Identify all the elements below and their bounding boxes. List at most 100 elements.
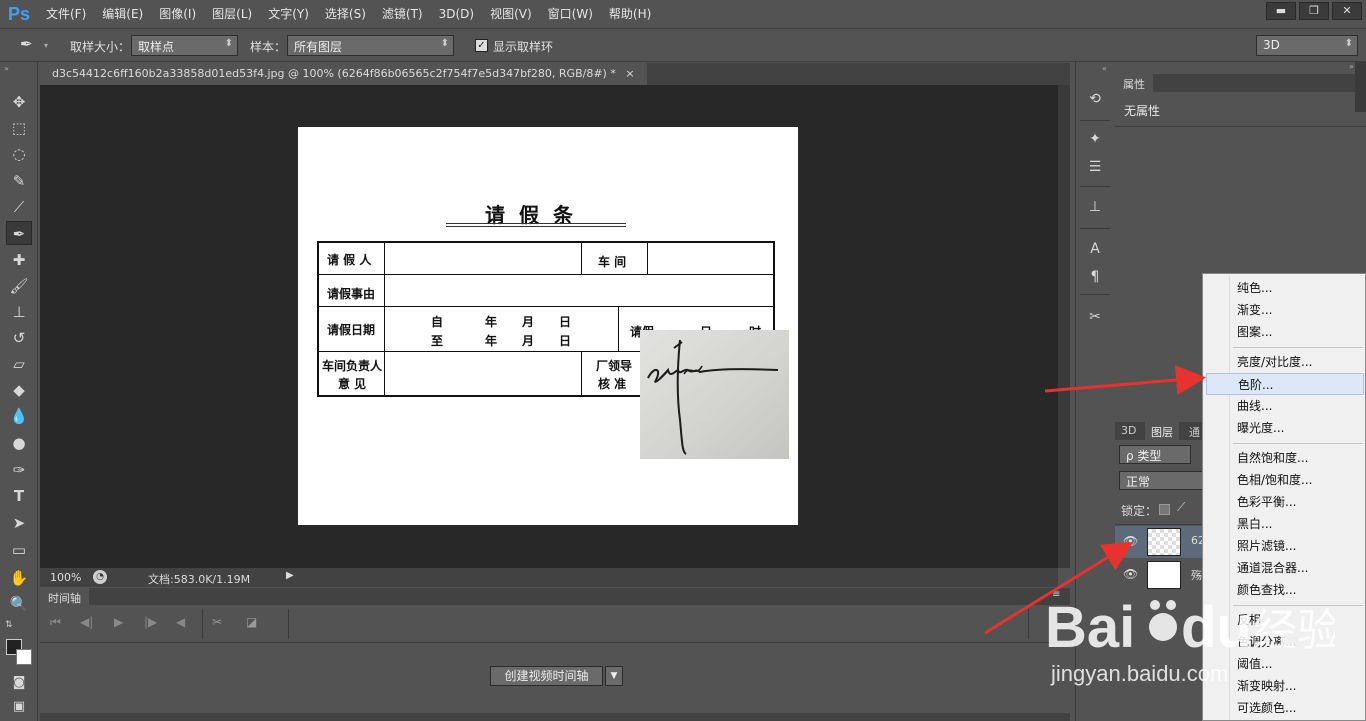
background-color-swatch[interactable] — [16, 649, 32, 665]
show-ring-checkbox[interactable]: ✓ — [475, 39, 488, 52]
transition-icon[interactable]: ◪ — [246, 615, 257, 629]
first-frame-icon[interactable]: ⏮ — [50, 615, 61, 630]
menu-brightness-contrast[interactable]: 亮度/对比度... — [1203, 351, 1365, 373]
layer-thumbnail — [1147, 528, 1181, 556]
menu-file[interactable]: 文件(F) — [38, 0, 94, 28]
swap-colors-icon[interactable]: ⇅ — [5, 620, 13, 630]
menu-3d[interactable]: 3D(D) — [431, 0, 482, 28]
type-tool-icon[interactable]: T — [6, 484, 32, 508]
lock-brush-icon[interactable]: ⟋ — [1177, 500, 1185, 515]
tab-layers[interactable]: 图层 — [1145, 422, 1179, 440]
canvas-scrollbar[interactable] — [1058, 85, 1070, 568]
eyedropper-tool-icon[interactable]: ✒ — [6, 221, 32, 245]
layer-filter-select[interactable]: ρ 类型 — [1119, 445, 1191, 464]
brush-panel-icon[interactable]: ✦ — [1084, 128, 1106, 150]
pen-tool-icon[interactable]: ✑ — [6, 458, 32, 482]
menu-levels[interactable]: 色阶... — [1206, 373, 1364, 395]
clone-source-icon[interactable]: ⊥ — [1084, 196, 1106, 218]
menu-edit[interactable]: 编辑(E) — [94, 0, 151, 28]
character-panel-icon[interactable]: A — [1084, 238, 1106, 260]
menu-exposure[interactable]: 曝光度... — [1203, 417, 1365, 439]
timeline-tab[interactable]: 时间轴 — [40, 588, 89, 605]
dodge-tool-icon[interactable]: ● — [6, 431, 32, 455]
menu-hue-saturation[interactable]: 色相/饱和度... — [1203, 469, 1365, 491]
menu-pattern[interactable]: 图案... — [1203, 321, 1365, 343]
collapse-dock-icon[interactable]: « — [1102, 64, 1107, 73]
zoom-level[interactable]: 100% — [50, 571, 81, 584]
create-video-timeline-button[interactable]: 创建视频时间轴 — [490, 666, 603, 686]
lasso-tool-icon[interactable]: ◌ — [6, 142, 32, 166]
adjust-panel-icon[interactable]: ☰ — [1084, 156, 1106, 178]
stamp-tool-icon[interactable]: ⊥ — [6, 300, 32, 324]
tools-presets-icon[interactable]: ✂ — [1084, 306, 1106, 328]
sample-label: 样本： — [250, 40, 287, 54]
marquee-tool-icon[interactable]: ⬚ — [6, 116, 32, 140]
path-select-icon[interactable]: ➤ — [6, 511, 32, 535]
label-day-1: 日 — [559, 315, 572, 329]
menu-image[interactable]: 图像(I) — [151, 0, 204, 28]
properties-tab[interactable]: 属性 — [1115, 74, 1153, 92]
paint-bucket-icon[interactable]: ◆ — [6, 378, 32, 402]
scissors-icon[interactable]: ✂ — [212, 615, 222, 629]
menu-black-white[interactable]: 黑白... — [1203, 513, 1365, 535]
menu-view[interactable]: 视图(V) — [482, 0, 540, 28]
properties-scrollbar[interactable] — [1355, 62, 1366, 112]
menu-vibrance[interactable]: 自然饱和度... — [1203, 447, 1365, 469]
sample-select[interactable]: 所有图层 — [287, 35, 454, 56]
menu-selective-color[interactable]: 可选颜色... — [1203, 697, 1365, 719]
prev-frame-icon[interactable]: ◀| — [80, 615, 93, 629]
move-tool-icon[interactable]: ✥ — [6, 90, 32, 114]
rectangle-tool-icon[interactable]: ▭ — [6, 538, 32, 562]
paragraph-panel-icon[interactable]: ¶ — [1084, 266, 1106, 288]
sample-size-select[interactable]: 取样点 — [131, 35, 238, 56]
visibility-eye-icon[interactable]: 👁 — [1123, 534, 1138, 548]
menu-gradient[interactable]: 渐变... — [1203, 299, 1365, 321]
lock-transparency-icon[interactable] — [1159, 504, 1170, 515]
menu-layer[interactable]: 图层(L) — [204, 0, 260, 28]
document-image[interactable]: 请假条 请 假 人 车 间 请假事由 请假日期 自 年 月 日 至 年 月 日 … — [298, 127, 798, 525]
menu-color-balance[interactable]: 色彩平衡... — [1203, 491, 1365, 513]
workspace-select[interactable]: 3D — [1256, 35, 1358, 56]
signature-image[interactable] — [640, 330, 789, 459]
menu-curves[interactable]: 曲线... — [1203, 395, 1365, 417]
menu-select[interactable]: 选择(S) — [317, 0, 374, 28]
brush-tool-icon[interactable]: 🖌 — [6, 274, 32, 298]
crop-tool-icon[interactable]: ⟋ — [6, 195, 32, 219]
eraser-tool-icon[interactable]: ▱ — [6, 352, 32, 376]
minimize-button[interactable]: ▬ — [1266, 2, 1296, 20]
chevron-down-icon[interactable]: ▾ — [44, 41, 48, 50]
menu-solid-color[interactable]: 纯色... — [1203, 277, 1365, 299]
status-menu-arrow-icon[interactable]: ▶ — [286, 570, 294, 581]
audio-icon[interactable]: ◀ — [176, 615, 185, 629]
history-brush-icon[interactable]: ↺ — [6, 326, 32, 350]
hand-tool-icon[interactable]: ✋ — [6, 566, 32, 590]
timeline-type-dropdown[interactable]: ▼ — [605, 666, 623, 686]
screen-mode-icon[interactable]: ▣ — [6, 695, 32, 719]
blend-mode-select[interactable]: 正常 — [1119, 471, 1209, 490]
restore-button[interactable]: ❐ — [1299, 2, 1329, 20]
eyedropper-preset-icon[interactable]: ✒ — [20, 35, 42, 57]
timeline-tabbar: 时间轴 ≡ — [40, 588, 1070, 605]
collapse-icon[interactable]: » — [4, 64, 9, 73]
close-button[interactable]: ✕ — [1332, 2, 1362, 20]
next-frame-icon[interactable]: |▶ — [144, 615, 157, 629]
document-tab[interactable]: d3c54412c6ff160b2a33858d01ed53f4.jpg @ 1… — [40, 63, 647, 85]
tab-3d[interactable]: 3D — [1115, 422, 1142, 440]
history-panel-icon[interactable]: ⟲ — [1084, 88, 1106, 110]
healing-brush-icon[interactable]: ✚ — [6, 248, 32, 272]
menu-filter[interactable]: 滤镜(T) — [374, 0, 431, 28]
close-tab-icon[interactable]: × — [625, 67, 634, 80]
svg-text:du: du — [1181, 595, 1252, 660]
collapse-panel-icon[interactable]: » — [1349, 62, 1354, 71]
status-info-icon[interactable]: ◔ — [93, 570, 107, 584]
menu-window[interactable]: 窗口(W) — [540, 0, 601, 28]
quick-mask-icon[interactable]: ◙ — [6, 671, 32, 695]
quick-select-tool-icon[interactable]: ✎ — [6, 169, 32, 193]
zoom-tool-icon[interactable]: 🔍 — [6, 592, 32, 616]
label-day-2: 日 — [559, 334, 572, 348]
play-icon[interactable]: ▶ — [114, 615, 123, 629]
blur-tool-icon[interactable]: 💧 — [6, 404, 32, 428]
menu-type[interactable]: 文字(Y) — [260, 0, 317, 28]
menu-photo-filter[interactable]: 照片滤镜... — [1203, 535, 1365, 557]
menu-help[interactable]: 帮助(H) — [601, 0, 659, 28]
